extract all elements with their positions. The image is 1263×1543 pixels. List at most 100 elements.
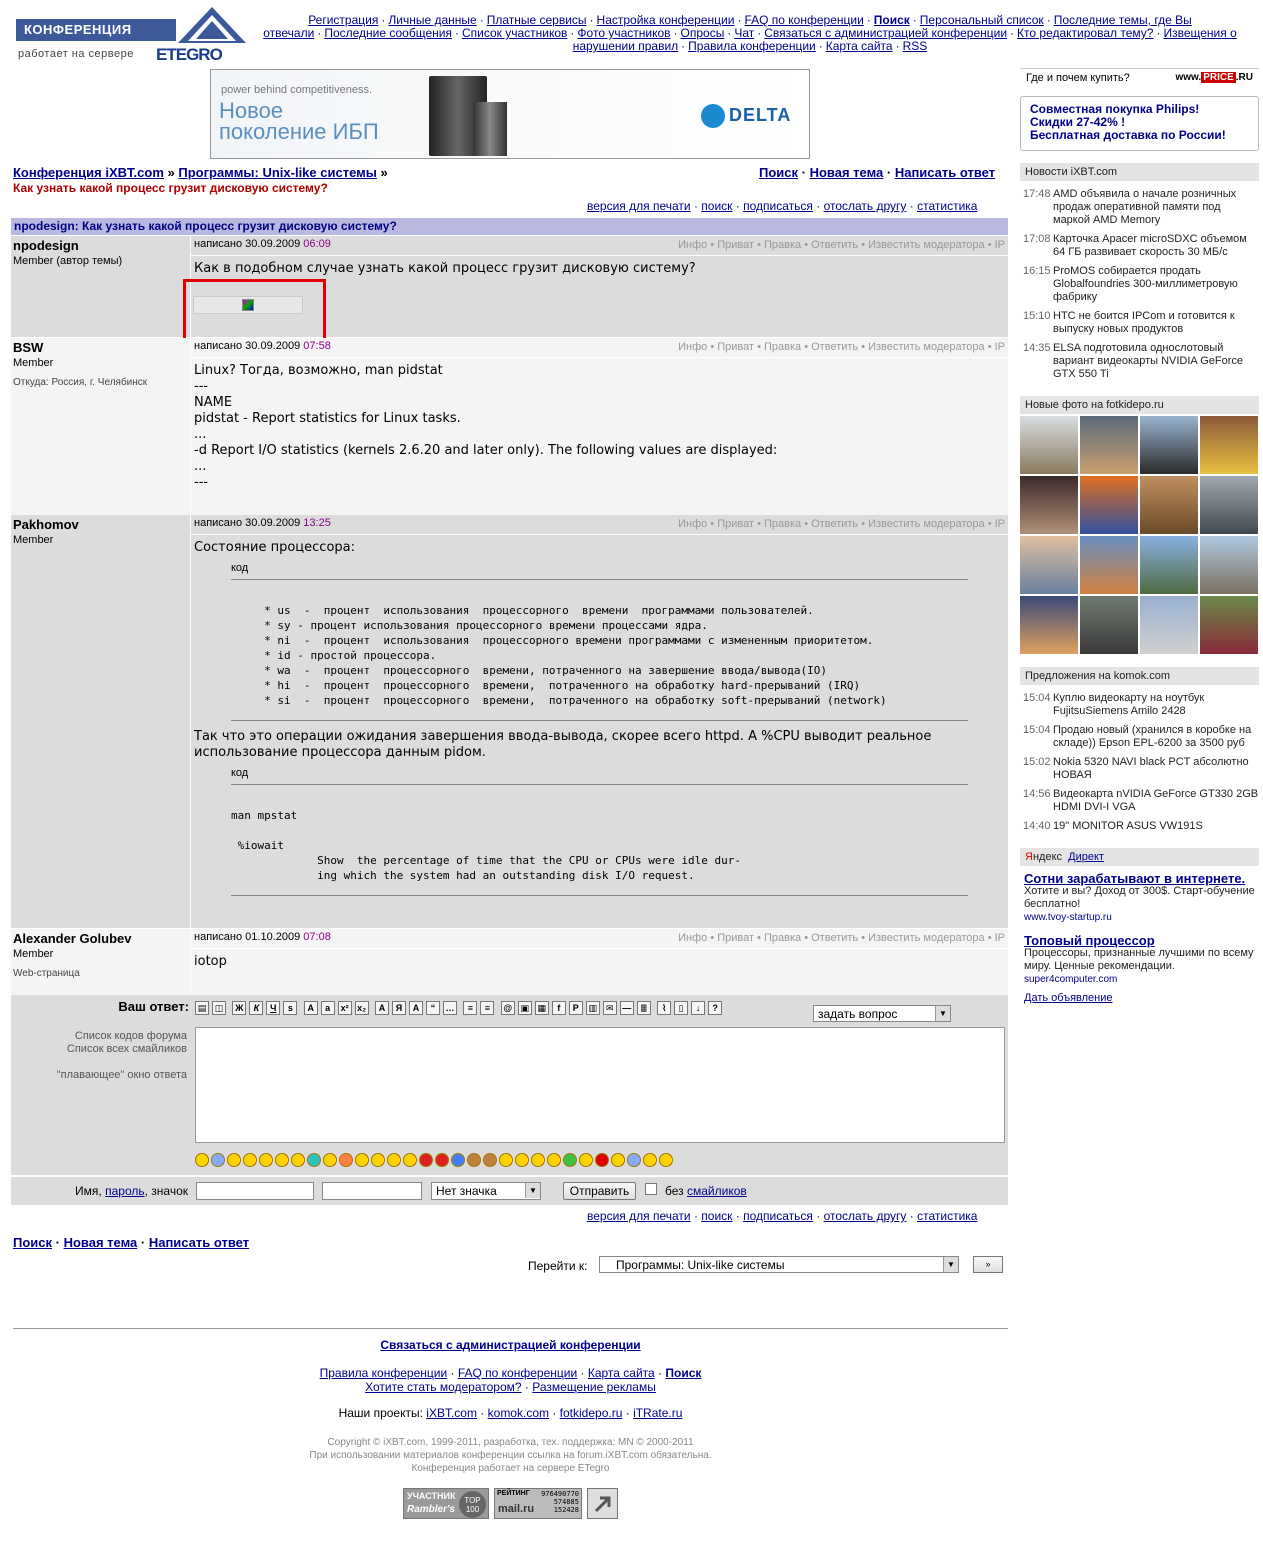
photo-thumbnail[interactable] xyxy=(1140,476,1198,534)
quote-icon[interactable]: “ xyxy=(426,1000,441,1015)
center-icon[interactable]: ≣ xyxy=(636,1000,651,1015)
font-icon[interactable]: A xyxy=(375,1000,390,1015)
news-item[interactable]: 14:35 ELSA подготовила однослотовый вариа… xyxy=(1020,342,1259,381)
password-link[interactable]: пароль xyxy=(105,1184,145,1198)
news-title[interactable]: Куплю видеокарту на ноутбук FujitsuSieme… xyxy=(1053,692,1204,717)
nav-link[interactable]: Правила конференции xyxy=(688,39,816,53)
photo-thumbnail[interactable] xyxy=(1020,536,1078,594)
forum-codes-link[interactable]: Список кодов форума xyxy=(11,1030,187,1043)
news-title[interactable]: Карточка Apacer microSDXC объемом 64 ГБ … xyxy=(1053,233,1247,258)
superscript-icon[interactable]: x² xyxy=(337,1000,352,1015)
news-title[interactable]: HTC не боится IPCom и готовится к выпуск… xyxy=(1053,310,1235,335)
photo-thumbnail[interactable] xyxy=(1080,536,1138,594)
smiley-icon[interactable] xyxy=(467,1152,481,1167)
project-link[interactable]: iXBT.com xyxy=(426,1406,477,1420)
nav-link[interactable]: Карта сайта xyxy=(826,39,893,53)
ad-item[interactable]: Сотни зарабатывают в интернете. Хотите и… xyxy=(1024,872,1255,924)
post-actions[interactable]: Инфо • Приват • Правка • Ответить • Изве… xyxy=(678,341,1005,353)
direct-link[interactable]: Директ xyxy=(1068,851,1104,863)
jump-select[interactable]: Программы: Unix-like системы ▼ xyxy=(599,1256,959,1273)
post-actions[interactable]: Инфо • Приват • Правка • Ответить • Изве… xyxy=(678,932,1005,944)
all-smileys-link[interactable]: Список всех смайликов xyxy=(11,1043,187,1056)
smiley-icon[interactable] xyxy=(547,1152,561,1167)
subscribe-link[interactable]: подписаться xyxy=(743,199,813,213)
news-item[interactable]: 17:48 AMD объявила о начале розничных про… xyxy=(1020,188,1259,227)
news-item[interactable]: 14:56 Видеокарта nVIDIA GeForce GT330 2GB… xyxy=(1020,788,1259,814)
search-link[interactable]: Поиск xyxy=(759,165,798,180)
smiley-icon[interactable] xyxy=(259,1152,273,1167)
email-icon[interactable]: ✉ xyxy=(602,1000,617,1015)
picture-icon[interactable]: ▦ xyxy=(534,1000,549,1015)
smiley-icon[interactable] xyxy=(579,1152,593,1167)
nav-link[interactable]: Список участников xyxy=(462,26,567,40)
photo-thumbnail[interactable] xyxy=(1080,476,1138,534)
bullet-list-icon[interactable]: ≡ xyxy=(480,1000,495,1015)
contact-admin-link[interactable]: Связаться с администрацией конференции xyxy=(380,1338,640,1352)
photo-thumbnail[interactable] xyxy=(1200,476,1258,534)
photo-thumbnail[interactable] xyxy=(1080,416,1138,474)
offtopic-icon[interactable]: … xyxy=(443,1000,458,1015)
smiley-icon[interactable] xyxy=(243,1152,257,1167)
photo-thumbnail[interactable] xyxy=(1140,536,1198,594)
search-topic-link[interactable]: поиск xyxy=(701,1209,732,1223)
jump-go-button[interactable]: » xyxy=(973,1256,1003,1273)
project-link[interactable]: fotkidepo.ru xyxy=(560,1406,623,1420)
news-item[interactable]: 16:15 ProMOS собирается продать Globalfou… xyxy=(1020,265,1259,304)
smiley-icon[interactable] xyxy=(499,1152,513,1167)
smileys-link[interactable]: смайликов xyxy=(687,1184,747,1198)
nav-link[interactable]: Платные сервисы xyxy=(487,13,587,27)
link-icon[interactable]: @ xyxy=(500,1000,515,1015)
faq-link[interactable]: FAQ по конференции xyxy=(458,1366,577,1380)
arrow-counter-icon[interactable] xyxy=(587,1488,618,1519)
photo-thumbnail[interactable] xyxy=(1020,416,1078,474)
news-item[interactable]: 15:04 Куплю видеокарту на ноутбук Fujitsu… xyxy=(1020,692,1259,718)
news-title[interactable]: ProMOS собирается продать Globalfoundrie… xyxy=(1053,265,1238,303)
smiley-icon[interactable] xyxy=(531,1152,545,1167)
name-input[interactable] xyxy=(196,1182,314,1200)
nav-link[interactable]: Кто редактировал тему? xyxy=(1017,26,1153,40)
nav-link[interactable]: Настройка конференции xyxy=(597,13,735,27)
smiley-icon[interactable] xyxy=(419,1152,433,1167)
news-title[interactable]: Видеокарта nVIDIA GeForce GT330 2GB HDMI… xyxy=(1053,788,1258,813)
breadcrumb-root-link[interactable]: Конференция iXBT.com xyxy=(13,165,164,180)
write-reply-link[interactable]: Написать ответ xyxy=(149,1235,249,1250)
nav-link[interactable]: Опросы xyxy=(681,26,725,40)
send-friend-link[interactable]: отослать другу xyxy=(824,199,907,213)
post-actions[interactable]: Инфо • Приват • Правка • Ответить • Изве… xyxy=(678,518,1005,530)
rambler-counter[interactable]: УЧАСТНИК Rambler's TOP 100 xyxy=(403,1488,489,1519)
photo-thumbnail[interactable] xyxy=(1020,596,1078,654)
image-icon[interactable]: ▣ xyxy=(517,1000,532,1015)
smiley-icon[interactable] xyxy=(611,1152,625,1167)
news-title[interactable]: ELSA подготовила однослотовый вариант ви… xyxy=(1053,342,1243,380)
search-link[interactable]: Поиск xyxy=(13,1235,52,1250)
no-smileys-checkbox[interactable] xyxy=(645,1183,657,1195)
photo-thumbnail[interactable] xyxy=(1140,596,1198,654)
smiley-icon[interactable] xyxy=(339,1152,353,1167)
post-user-webpage[interactable]: Web-страница xyxy=(13,968,188,979)
italic-icon[interactable]: К xyxy=(249,1000,264,1015)
smiley-icon[interactable] xyxy=(211,1152,225,1167)
smiley-icon[interactable] xyxy=(195,1152,209,1167)
subscribe-link[interactable]: подписаться xyxy=(743,1209,813,1223)
photo-thumbnail[interactable] xyxy=(1200,416,1258,474)
help-icon[interactable]: ? xyxy=(708,1000,723,1015)
nav-link[interactable]: Персональный список xyxy=(920,13,1044,27)
badge-select[interactable]: Нет значка ▼ xyxy=(431,1182,541,1200)
subscript-icon[interactable]: x₂ xyxy=(354,1000,369,1015)
write-reply-link[interactable]: Написать ответ xyxy=(895,165,995,180)
breadcrumb-section-link[interactable]: Программы: Unix-like системы xyxy=(178,165,376,180)
mailru-counter[interactable]: РЕЙТИНГ 976490770 574885 152428 mail.ru xyxy=(494,1488,582,1519)
smiley-icon[interactable] xyxy=(323,1152,337,1167)
spoiler-icon[interactable]: ▯ xyxy=(674,1000,689,1015)
etegro-logo[interactable]: ETEGRO xyxy=(156,43,223,66)
photo-thumbnail[interactable] xyxy=(1140,416,1198,474)
nav-link[interactable]: RSS xyxy=(903,39,928,53)
submit-button[interactable]: Отправить xyxy=(563,1182,636,1200)
nav-link[interactable]: Личные данные xyxy=(388,13,476,27)
preview-icon[interactable]: ◫ xyxy=(212,1000,226,1015)
bold-icon[interactable]: Ж xyxy=(232,1000,247,1015)
photo-thumbnail[interactable] xyxy=(1200,596,1258,654)
project-link[interactable]: iTRate.ru xyxy=(633,1406,682,1420)
strike-icon[interactable]: s xyxy=(283,1000,298,1015)
where-to-buy[interactable]: Где и почем купить? www. PRICE .RU xyxy=(1020,68,1259,88)
